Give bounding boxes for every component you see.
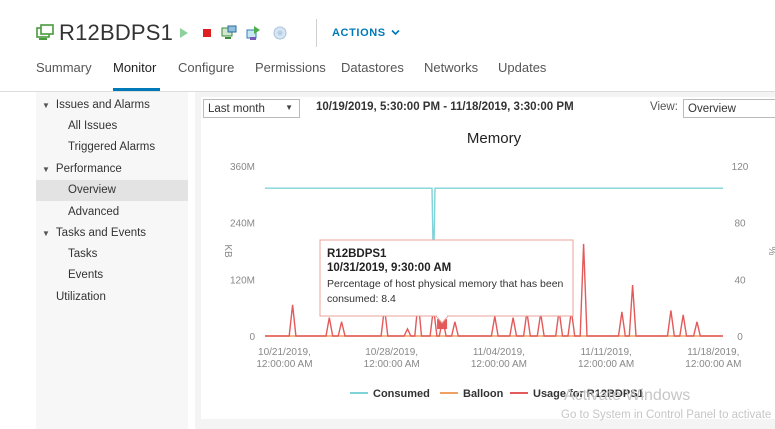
snapshot-icon[interactable] [272, 25, 288, 41]
x-tick-label-time: 12:00:00 AM [471, 359, 527, 370]
legend-label: Consumed [373, 388, 430, 400]
sidebar-item-utilization[interactable]: Utilization [56, 291, 106, 303]
tab-summary[interactable]: Summary [36, 60, 92, 75]
sidebar-item-triggered-alarms[interactable]: Triggered Alarms [68, 141, 155, 153]
sidebar-group-performance[interactable]: ▼ Performance [42, 163, 122, 175]
tab-networks[interactable]: Networks [424, 60, 478, 75]
caret-down-icon: ▼ [42, 101, 50, 110]
sidebar-item-events[interactable]: Events [68, 269, 103, 281]
console-icon[interactable] [221, 25, 237, 41]
sidebar-item-all-issues[interactable]: All Issues [68, 120, 117, 132]
actions-label: ACTIONS [332, 27, 386, 39]
activation-watermark-text: Go to System in Control Panel to activat… [561, 409, 772, 421]
tab-monitor[interactable]: Monitor [113, 60, 156, 75]
sidebar-group-label: Tasks and Events [55, 227, 147, 239]
vm-title: R12BDPS1 [59, 20, 174, 45]
actions-menu[interactable]: ACTIONS [332, 27, 400, 39]
power-off-icon[interactable] [199, 25, 215, 41]
tooltip-datetime: 10/31/2019, 9:30:00 AM [327, 262, 451, 274]
y2-tick-label: 40 [734, 275, 746, 286]
tab-configure[interactable]: Configure [178, 60, 234, 75]
view-select[interactable]: Overview [683, 99, 775, 118]
vm-icon [36, 24, 54, 40]
y-tick-label: 0 [249, 332, 255, 343]
date-range: 10/19/2019, 5:30:00 PM - 11/18/2019, 3:3… [316, 101, 574, 113]
object-header: R12BDPS1 ACTIONS Summary Monitor Configu… [0, 0, 775, 92]
y-tick-label: 120M [230, 275, 255, 286]
tooltip-description: Percentage of host physical memory that … [327, 278, 564, 290]
caret-down-icon: ▼ [42, 165, 50, 174]
tab-updates[interactable]: Updates [498, 60, 546, 75]
y-axis-label: KB [222, 244, 233, 258]
x-tick-label-date: 10/21/2019, [258, 347, 311, 358]
migrate-icon[interactable] [245, 25, 261, 41]
x-tick-label-date: 11/11/2019, [580, 347, 631, 358]
memory-chart: Memory 360M 240M 120M 0 120 80 40 0 KB% 10/21/2019… [222, 130, 775, 400]
chevron-down-icon [391, 29, 400, 36]
caret-down-icon: ▼ [42, 229, 50, 238]
tooltip-title: R12BDPS1 [327, 248, 387, 260]
x-tick-label-time: 12:00:00 AM [256, 359, 312, 370]
y2-tick-label: 0 [737, 332, 743, 343]
y-tick-label: 240M [230, 219, 255, 230]
power-on-icon[interactable] [176, 25, 192, 41]
sidebar-group-tasks[interactable]: ▼ Tasks and Events [42, 227, 146, 239]
legend-label: Balloon [463, 388, 504, 400]
sidebar-group-label: Performance [55, 163, 122, 175]
sidebar-item-overview[interactable]: Overview [68, 184, 116, 196]
activation-watermark-title: Activate Windows [564, 387, 691, 404]
sidebar-group-label: Issues and Alarms [55, 99, 150, 111]
x-tick-label-time: 12:00:00 AM [685, 359, 741, 370]
x-tick-label-date: 11/18/2019, [687, 347, 739, 358]
x-tick-label-date: 11/04/2019, [473, 347, 525, 358]
sidebar-item-advanced[interactable]: Advanced [68, 206, 119, 218]
tab-permissions[interactable]: Permissions [255, 60, 326, 75]
toolbar-divider [316, 19, 317, 47]
y-tick-label: 360M [230, 162, 255, 173]
y2-axis-label: % [766, 247, 775, 256]
tab-datastores[interactable]: Datastores [341, 60, 404, 75]
y2-tick-label: 80 [734, 219, 746, 230]
sidebar-group-issues[interactable]: ▼ Issues and Alarms [42, 99, 150, 111]
tooltip-value: consumed: 8.4 [327, 293, 396, 305]
period-select-value: Last month [208, 102, 265, 115]
caret-down-icon: ▼ [285, 103, 293, 112]
view-label: View: [650, 101, 678, 113]
x-tick-label-date: 10/28/2019, [365, 347, 418, 358]
view-select-value: Overview [688, 102, 736, 115]
x-tick-label-time: 12:00:00 AM [578, 359, 634, 370]
x-tick-label-time: 12:00:00 AM [364, 359, 420, 370]
period-select[interactable]: Last month ▼ [203, 99, 300, 118]
sidebar-item-tasks[interactable]: Tasks [68, 248, 97, 260]
chart-title: Memory [467, 130, 522, 147]
y2-tick-label: 120 [732, 162, 749, 173]
